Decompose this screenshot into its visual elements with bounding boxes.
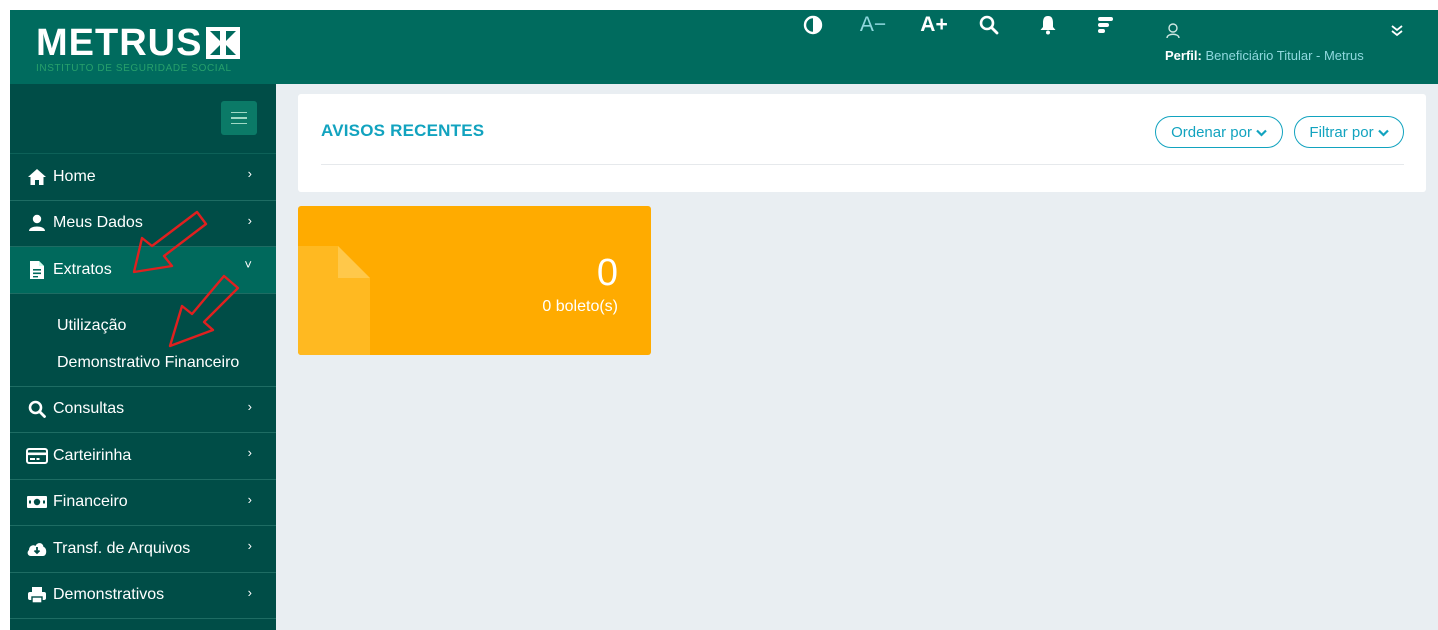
sidebar-item-consultas[interactable]: Consultas ›: [10, 387, 276, 433]
submenu-item-utilizacao[interactable]: Utilização: [10, 310, 276, 347]
ordenar-por-label: Ordenar por: [1171, 123, 1252, 141]
chevron-right-icon: ›: [247, 212, 252, 228]
document-watermark-icon: [298, 246, 378, 355]
sidebar-item-label: Carteirinha: [53, 446, 132, 464]
decrease-font-button[interactable]: A−: [858, 10, 888, 40]
menu-lines-icon[interactable]: [1095, 10, 1117, 40]
sidebar-item-carteirinha[interactable]: Carteirinha ›: [10, 433, 276, 480]
boletos-count: 0: [596, 252, 618, 294]
chevron-down-icon: [1377, 124, 1389, 141]
logo-wordmark: METRUS: [36, 22, 203, 64]
cloud-download-icon: [26, 539, 48, 559]
extratos-submenu: Utilização Demonstrativo Financeiro: [10, 294, 276, 387]
ordenar-por-button[interactable]: Ordenar por: [1155, 116, 1283, 148]
avisos-title: AVISOS RECENTES: [321, 121, 485, 140]
card-icon: [26, 446, 48, 466]
chevron-down-icon: ˅: [244, 257, 252, 272]
sidebar-item-demonstrativos[interactable]: Demonstrativos ›: [10, 573, 276, 619]
home-icon: [26, 167, 48, 187]
sidebar-item-extratos[interactable]: Extratos ˅: [10, 247, 276, 294]
chevron-down-icon: [1256, 124, 1267, 141]
sidebar-item-label: Financeiro: [53, 493, 128, 511]
sidebar-item-meus-dados[interactable]: Meus Dados ›: [10, 201, 276, 247]
print-icon: [26, 585, 48, 605]
sidebar-item-label: Consultas: [53, 400, 125, 418]
logo-mark-icon: [206, 27, 241, 59]
search-icon: [26, 399, 48, 419]
logo-tagline: INSTITUTO DE SEGURIDADE SOCIAL: [36, 63, 232, 74]
chevron-right-icon: ›: [247, 491, 252, 507]
sidebar-item-label: Meus Dados: [53, 214, 143, 232]
sidebar: Home › Meus Dados › Extratos ˅ Utilizaçã…: [10, 84, 276, 630]
sidebar-item-label: Home: [53, 167, 96, 185]
chevron-right-icon: ›: [247, 584, 252, 600]
sidebar-toggle-row: [10, 84, 276, 154]
metrus-logo[interactable]: METRUS INSTITUTO DE SEGURIDADE SOCIAL: [36, 22, 241, 74]
sidebar-item-home[interactable]: Home ›: [10, 154, 276, 201]
profile-value: Beneficiário Titular - Metrus: [1205, 48, 1364, 63]
double-chevron-down-icon[interactable]: [1390, 24, 1404, 43]
file-icon: [26, 260, 48, 280]
filtrar-por-label: Filtrar por: [1309, 123, 1374, 141]
submenu-item-demonstrativo-financeiro[interactable]: Demonstrativo Financeiro: [10, 347, 276, 384]
user-outline-icon: [1165, 22, 1181, 45]
bell-icon[interactable]: [1037, 10, 1059, 40]
filtrar-por-button[interactable]: Filtrar por: [1294, 116, 1404, 148]
chevron-right-icon: ›: [247, 166, 252, 181]
sidebar-item-label: Transf. de Arquivos: [53, 539, 191, 557]
chevron-right-icon: ›: [247, 538, 252, 553]
increase-font-button[interactable]: A+: [918, 10, 950, 40]
avisos-recentes-card: AVISOS RECENTES Ordenar por Filtrar por: [298, 94, 1426, 192]
sidebar-item-financeiro[interactable]: Financeiro ›: [10, 480, 276, 526]
boletos-label: 0 boleto(s): [542, 298, 618, 315]
search-icon[interactable]: [978, 10, 1000, 40]
contrast-icon[interactable]: [802, 10, 824, 40]
hamburger-icon[interactable]: [221, 101, 257, 135]
sidebar-item-transf-arquivos[interactable]: Transf. de Arquivos ›: [10, 526, 276, 573]
sidebar-item-label: Demonstrativos: [53, 586, 165, 604]
user-icon: [26, 213, 48, 233]
profile-prefix: Perfil:: [1165, 48, 1202, 63]
money-icon: [26, 492, 48, 512]
avisos-divider: [321, 164, 1404, 165]
app-window: METRUS INSTITUTO DE SEGURIDADE SOCIAL A−…: [10, 10, 1438, 630]
profile-label: Perfil: Beneficiário Titular - Metrus: [1165, 48, 1364, 63]
boletos-tile[interactable]: 0 0 boleto(s): [298, 206, 651, 355]
chevron-right-icon: ›: [247, 445, 252, 460]
chevron-right-icon: ›: [247, 398, 252, 414]
sidebar-item-label: Extratos: [53, 260, 112, 278]
top-header: METRUS INSTITUTO DE SEGURIDADE SOCIAL A−…: [10, 10, 1438, 84]
